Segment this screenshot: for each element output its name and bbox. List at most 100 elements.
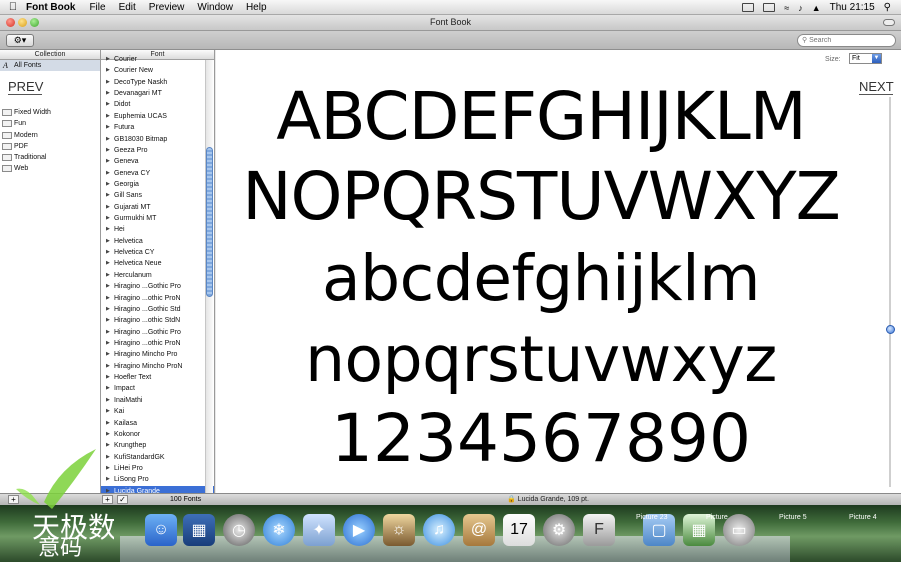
disclosure-triangle-icon[interactable]: ▶	[106, 315, 110, 326]
collection-item-modern[interactable]: Modern	[0, 130, 100, 141]
font-list-item[interactable]: ▶ Hiragino Mincho ProN	[101, 361, 214, 372]
menubar-clock[interactable]: Thu 21:15	[830, 2, 875, 13]
font-list-item[interactable]: ▶ Helvetica Neue	[101, 258, 214, 269]
next-label[interactable]: NEXT	[859, 79, 894, 94]
disclosure-triangle-icon[interactable]: ▶	[106, 270, 110, 281]
disclosure-triangle-icon[interactable]: ▶	[106, 213, 110, 224]
disclosure-triangle-icon[interactable]: ▶	[106, 190, 110, 201]
disclosure-triangle-icon[interactable]: ▶	[106, 224, 110, 235]
disclosure-triangle-icon[interactable]: ▶	[106, 122, 110, 133]
disclosure-triangle-icon[interactable]: ▶	[106, 406, 110, 417]
collection-item-all-fonts[interactable]: A All Fonts	[0, 60, 100, 72]
font-list-item[interactable]: ▶ Devanagari MT	[101, 88, 214, 99]
font-list-item[interactable]: ▶ Geeza Pro	[101, 145, 214, 156]
font-list-item[interactable]: ▶ LiSong Pro	[101, 474, 214, 485]
disclosure-triangle-icon[interactable]: ▶	[106, 429, 110, 440]
desktop-file-label[interactable]: Picture 5	[779, 514, 807, 521]
font-list-item[interactable]: ▶ Hiragino Mincho Pro	[101, 349, 214, 360]
size-slider-knob[interactable]	[886, 325, 895, 334]
disclosure-triangle-icon[interactable]: ▶	[106, 236, 110, 247]
font-list-item[interactable]: ▶ Courier New	[101, 65, 214, 76]
font-list-item[interactable]: ▶ Hiragino ...othic StdN	[101, 315, 214, 326]
disclosure-triangle-icon[interactable]: ▶	[106, 361, 110, 372]
font-list-item[interactable]: ▶ Kailasa	[101, 418, 214, 429]
ical-dock-icon[interactable]: 17	[503, 514, 535, 546]
font-book-dock-icon[interactable]: F	[583, 514, 615, 546]
safari-dock-icon[interactable]: ❄	[263, 514, 295, 546]
font-list-item[interactable]: ▶ Courier	[101, 54, 214, 65]
font-list-item[interactable]: ▶ Hiragino ...Gothic Pro	[101, 281, 214, 292]
disclosure-triangle-icon[interactable]: ▶	[106, 179, 110, 190]
action-gear-button[interactable]: ⚙▾	[6, 34, 34, 47]
volume-icon[interactable]: ♪	[798, 3, 803, 13]
disclosure-triangle-icon[interactable]: ▶	[106, 54, 110, 65]
disclosure-triangle-icon[interactable]: ▶	[106, 304, 110, 315]
font-list-item[interactable]: ▶ Impact	[101, 383, 214, 394]
disclosure-triangle-icon[interactable]: ▶	[106, 88, 110, 99]
disclosure-triangle-icon[interactable]: ▶	[106, 156, 110, 167]
display-icon[interactable]	[742, 3, 755, 12]
apple-menu-icon[interactable]: 	[0, 1, 26, 13]
iphoto-dock-icon[interactable]: ☼	[383, 514, 415, 546]
disclosure-triangle-icon[interactable]: ▶	[106, 145, 110, 156]
search-input[interactable]	[809, 37, 890, 44]
disclosure-triangle-icon[interactable]: ▶	[106, 338, 110, 349]
disclosure-triangle-icon[interactable]: ▶	[106, 99, 110, 110]
disclosure-triangle-icon[interactable]: ▶	[106, 418, 110, 429]
font-list-item[interactable]: ▶ Kokonor	[101, 429, 214, 440]
time-machine-dock-icon[interactable]: ◷	[223, 514, 255, 546]
bluetooth-icon[interactable]: ▲	[812, 3, 821, 13]
size-select[interactable]: Fit ▼	[849, 53, 882, 64]
battery-icon[interactable]	[763, 3, 776, 12]
ichat-dock-icon[interactable]: ▶	[343, 514, 375, 546]
dashboard-dock-icon[interactable]: ▦	[183, 514, 215, 546]
font-list-item[interactable]: ▶ Georgia	[101, 179, 214, 190]
disclosure-triangle-icon[interactable]: ▶	[106, 77, 110, 88]
collection-item-fun[interactable]: Fun	[0, 118, 100, 129]
font-list-item[interactable]: ▶ Hei	[101, 224, 214, 235]
font-list-item[interactable]: ▶ Hiragino ...Gothic Std	[101, 304, 214, 315]
finder-dock-icon[interactable]: ☺	[145, 514, 177, 546]
menu-file[interactable]: File	[89, 2, 105, 13]
font-list-item[interactable]: ▶ Kai	[101, 406, 214, 417]
spotlight-search-icon[interactable]: ⚲	[884, 2, 891, 13]
collection-item-fixed-width[interactable]: Fixed Width	[0, 107, 100, 118]
font-list-item[interactable]: ▶ Gurmukhi MT	[101, 213, 214, 224]
disclosure-triangle-icon[interactable]: ▶	[106, 202, 110, 213]
itunes-dock-icon[interactable]: ♫	[423, 514, 455, 546]
desktop-file-label[interactable]: Picture 23	[636, 514, 668, 521]
disclosure-triangle-icon[interactable]: ▶	[106, 111, 110, 122]
desktop-file-label[interactable]: Picture	[706, 514, 728, 521]
search-field[interactable]: ⚲	[797, 34, 896, 47]
font-list-scroll-thumb[interactable]	[206, 147, 213, 297]
font-list-item[interactable]: ▶ Futura	[101, 122, 214, 133]
font-list-item[interactable]: ▶ Lucida Grande	[101, 485, 214, 493]
font-list-item[interactable]: ▶ Geneva CY	[101, 168, 214, 179]
app-menu[interactable]: Font Book	[26, 2, 75, 13]
wifi-icon[interactable]: ≈	[784, 3, 789, 13]
disclosure-triangle-icon[interactable]: ▶	[106, 168, 110, 179]
menu-window[interactable]: Window	[197, 2, 233, 13]
menu-edit[interactable]: Edit	[119, 2, 136, 13]
toolbar-toggle-button[interactable]	[883, 19, 895, 26]
disclosure-triangle-icon[interactable]: ▶	[106, 293, 110, 304]
font-list-item[interactable]: ▶ DecoType Naskh	[101, 77, 214, 88]
font-list-item[interactable]: ▶ Hiragino ...Gothic Pro	[101, 327, 214, 338]
enable-font-checkbox[interactable]: ✓	[117, 495, 128, 504]
address-book-dock-icon[interactable]: @	[463, 514, 495, 546]
font-list-item[interactable]: ▶ Herculanum	[101, 270, 214, 281]
font-list-item[interactable]: ▶ KufiStandardGK	[101, 452, 214, 463]
font-list-item[interactable]: ▶ Helvetica CY	[101, 247, 214, 258]
disclosure-triangle-icon[interactable]: ▶	[106, 65, 110, 76]
disclosure-triangle-icon[interactable]: ▶	[106, 134, 110, 145]
font-list-item[interactable]: ▶ Helvetica	[101, 236, 214, 247]
font-list-item[interactable]: ▶ Geneva	[101, 156, 214, 167]
font-list-item[interactable]: ▶ Didot	[101, 99, 214, 110]
disclosure-triangle-icon[interactable]: ▶	[106, 247, 110, 258]
font-list-item[interactable]: ▶ Hiragino ...othic ProN	[101, 338, 214, 349]
font-list-scrollbar[interactable]	[205, 60, 213, 493]
disclosure-triangle-icon[interactable]: ▶	[106, 327, 110, 338]
disclosure-triangle-icon[interactable]: ▶	[106, 372, 110, 383]
font-list-item[interactable]: ▶ Euphemia UCAS	[101, 111, 214, 122]
prev-label[interactable]: PREV	[8, 79, 43, 94]
